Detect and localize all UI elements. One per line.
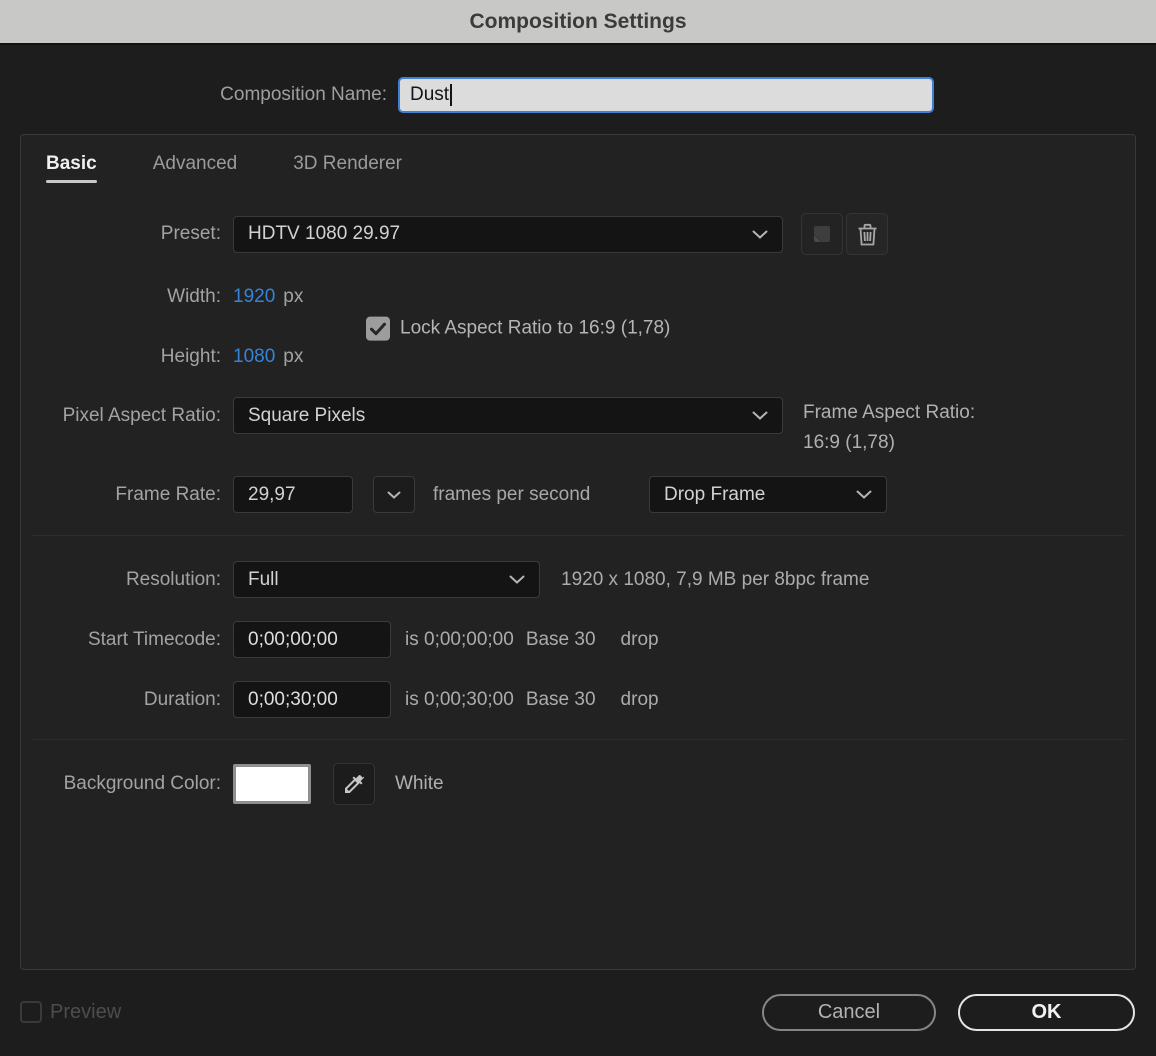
start-timecode-drop: drop xyxy=(620,628,659,650)
tab-3d-renderer[interactable]: 3D Renderer xyxy=(293,153,402,183)
cancel-button[interactable]: Cancel xyxy=(762,993,936,1031)
lock-aspect-ratio-checkbox[interactable] xyxy=(366,316,390,341)
start-timecode-value: 0;00;00;00 xyxy=(248,628,338,650)
frame-rate-value: 29,97 xyxy=(248,483,296,505)
resolution-value: Full xyxy=(248,568,279,590)
lock-aspect-ratio-label: Lock Aspect Ratio to 16:9 (1,78) xyxy=(400,317,671,339)
background-color-row: Background Color: White xyxy=(21,763,1135,805)
frame-rate-preset-button[interactable] xyxy=(373,476,415,513)
pixel-aspect-ratio-value: Square Pixels xyxy=(248,404,366,426)
frames-per-second-label: frames per second xyxy=(433,483,591,505)
eyedropper-icon xyxy=(345,774,365,793)
tab-3d-renderer-label: 3D Renderer xyxy=(293,153,402,174)
preset-value: HDTV 1080 29.97 xyxy=(248,223,401,244)
height-value[interactable]: 1080 xyxy=(233,346,275,368)
dialog-titlebar[interactable]: Composition Settings xyxy=(0,0,1156,45)
tab-basic[interactable]: Basic xyxy=(46,153,97,183)
duration-equivalent: is 0;00;30;00 xyxy=(405,688,514,710)
chevron-down-icon xyxy=(387,491,401,499)
delete-preset-button[interactable] xyxy=(846,213,888,255)
preview-control: Preview xyxy=(20,1001,121,1024)
composition-name-input[interactable]: Dust xyxy=(398,77,934,113)
lock-aspect-ratio-control: Lock Aspect Ratio to 16:9 (1,78) xyxy=(366,316,671,341)
chevron-down-icon xyxy=(752,411,768,420)
tab-advanced[interactable]: Advanced xyxy=(153,153,238,183)
frame-aspect-ratio-info: Frame Aspect Ratio: 16:9 (1,78) xyxy=(803,398,975,458)
preview-label: Preview xyxy=(50,1000,122,1023)
tab-bar: Basic Advanced 3D Renderer xyxy=(21,135,1135,183)
height-label: Height: xyxy=(160,346,221,367)
start-timecode-input[interactable]: 0;00;00;00 xyxy=(233,621,391,658)
frame-rate-input[interactable]: 29,97 xyxy=(233,476,353,513)
text-cursor-icon xyxy=(450,84,453,106)
preset-label: Preset: xyxy=(160,223,221,244)
chevron-down-icon xyxy=(856,490,872,499)
start-timecode-equivalent: is 0;00;00;00 xyxy=(405,628,514,650)
dimensions-block: Width: 1920 px Height: 1080 px Lock Aspe… xyxy=(21,285,1135,369)
duration-value: 0;00;30;00 xyxy=(248,688,338,710)
preset-row: Preset: HDTV 1080 29.97 xyxy=(21,213,1135,255)
trash-icon xyxy=(858,223,876,245)
composition-name-value: Dust xyxy=(410,84,450,105)
active-tab-underline xyxy=(46,180,97,183)
cancel-button-label: Cancel xyxy=(817,1000,881,1023)
start-timecode-base: Base 30 xyxy=(525,628,596,650)
duration-drop: drop xyxy=(620,688,659,710)
duration-input[interactable]: 0;00;30;00 xyxy=(233,681,391,718)
tab-advanced-label: Advanced xyxy=(152,153,238,174)
composition-name-row: Composition Name: Dust xyxy=(0,77,1156,113)
preset-dropdown[interactable]: HDTV 1080 29.97 xyxy=(233,215,783,253)
folded-corner-square-icon xyxy=(814,226,830,242)
eyedropper-button[interactable] xyxy=(333,763,375,805)
checkmark-icon xyxy=(370,322,386,335)
resolution-row: Resolution: Full 1920 x 1080, 7,9 MB per… xyxy=(21,561,1135,598)
section-divider xyxy=(31,739,1125,740)
resolution-info: 1920 x 1080, 7,9 MB per 8bpc frame xyxy=(561,568,870,590)
start-timecode-row: Start Timecode: 0;00;00;00 is 0;00;00;00… xyxy=(21,621,1135,658)
background-color-swatch[interactable] xyxy=(233,764,311,804)
ok-button-label: OK xyxy=(1031,1000,1062,1023)
preview-checkbox[interactable] xyxy=(20,1001,42,1023)
tab-basic-label: Basic xyxy=(46,153,97,174)
composition-name-label: Composition Name: xyxy=(220,84,387,105)
timecode-type-dropdown[interactable]: Drop Frame xyxy=(649,476,887,513)
resolution-dropdown[interactable]: Full xyxy=(233,561,540,598)
width-row: Width: 1920 px xyxy=(21,285,1135,309)
dialog-footer: Preview Cancel OK xyxy=(0,992,1156,1032)
width-value[interactable]: 1920 xyxy=(233,286,275,308)
frame-rate-row: Frame Rate: 29,97 frames per second Drop… xyxy=(21,476,1135,513)
height-row: Height: 1080 px xyxy=(21,345,1135,369)
resolution-label: Resolution: xyxy=(125,568,221,590)
save-preset-button[interactable] xyxy=(801,213,843,255)
background-color-label: Background Color: xyxy=(63,773,221,794)
pixel-aspect-ratio-label: Pixel Aspect Ratio: xyxy=(62,404,221,426)
frame-aspect-ratio-label: Frame Aspect Ratio: xyxy=(803,401,976,423)
settings-panel: Basic Advanced 3D Renderer Preset: HDTV … xyxy=(20,134,1136,970)
dialog-title: Composition Settings xyxy=(469,9,687,33)
start-timecode-label: Start Timecode: xyxy=(87,628,221,650)
timecode-type-value: Drop Frame xyxy=(664,483,766,505)
ok-button[interactable]: OK xyxy=(958,993,1135,1031)
duration-row: Duration: 0;00;30;00 is 0;00;30;00 Base … xyxy=(21,681,1135,718)
duration-label: Duration: xyxy=(143,688,221,710)
pixel-aspect-ratio-row: Pixel Aspect Ratio: Square Pixels Frame … xyxy=(21,397,1135,453)
width-label: Width: xyxy=(167,286,221,307)
frame-aspect-ratio-value: 16:9 (1,78) xyxy=(803,431,895,453)
width-unit: px xyxy=(283,286,304,307)
section-divider xyxy=(31,535,1125,536)
frame-rate-label: Frame Rate: xyxy=(115,483,221,505)
chevron-down-icon xyxy=(752,230,768,239)
height-unit: px xyxy=(283,346,304,367)
chevron-down-icon xyxy=(509,575,525,584)
pixel-aspect-ratio-dropdown[interactable]: Square Pixels xyxy=(233,397,783,434)
duration-base: Base 30 xyxy=(525,688,596,710)
background-color-name: White xyxy=(395,773,444,794)
